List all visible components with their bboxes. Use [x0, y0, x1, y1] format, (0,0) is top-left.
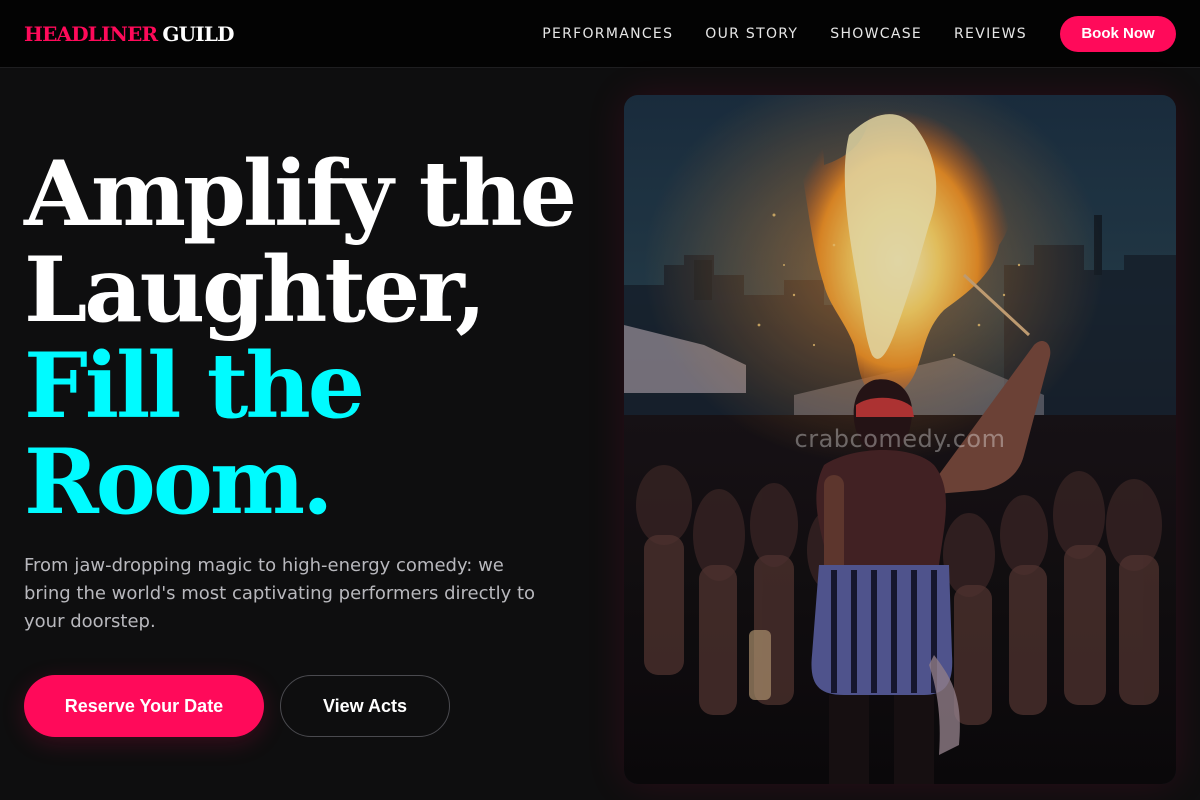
top-nav: HEADLINER GUILD PERFORMANCES OUR STORY SH… — [0, 0, 1200, 68]
hero-image: crabcomedy.com — [624, 95, 1176, 784]
nav-link-reviews[interactable]: REVIEWS — [954, 26, 1027, 42]
fire-breather-photo — [624, 95, 1176, 784]
view-acts-button[interactable]: View Acts — [280, 675, 450, 737]
hero-subtext: From jaw-dropping magic to high-energy c… — [24, 555, 536, 632]
headline-line-2: Laughter, — [24, 237, 486, 343]
brand-rest-word: GUILD — [162, 21, 234, 46]
nav-link-our-story[interactable]: OUR STORY — [705, 26, 798, 42]
nav-link-performances[interactable]: PERFORMANCES — [542, 26, 673, 42]
nav-links: PERFORMANCES OUR STORY SHOWCASE REVIEWS — [542, 26, 1027, 42]
hero-headline: Amplify the Laughter, Fill the Room. — [24, 141, 577, 535]
hero-cta-row: Reserve Your Date View Acts — [24, 675, 450, 737]
book-now-button[interactable]: Book Now — [1060, 15, 1176, 52]
headline-line-3: Fill the — [24, 333, 365, 439]
headline-line-4: Room. — [24, 429, 333, 535]
brand-accent-word: HEADLINER — [24, 21, 158, 46]
nav-link-showcase[interactable]: SHOWCASE — [830, 26, 922, 42]
headline-line-1: Amplify the — [24, 141, 577, 247]
reserve-date-button[interactable]: Reserve Your Date — [24, 675, 264, 737]
brand-logo[interactable]: HEADLINER GUILD — [24, 22, 234, 46]
